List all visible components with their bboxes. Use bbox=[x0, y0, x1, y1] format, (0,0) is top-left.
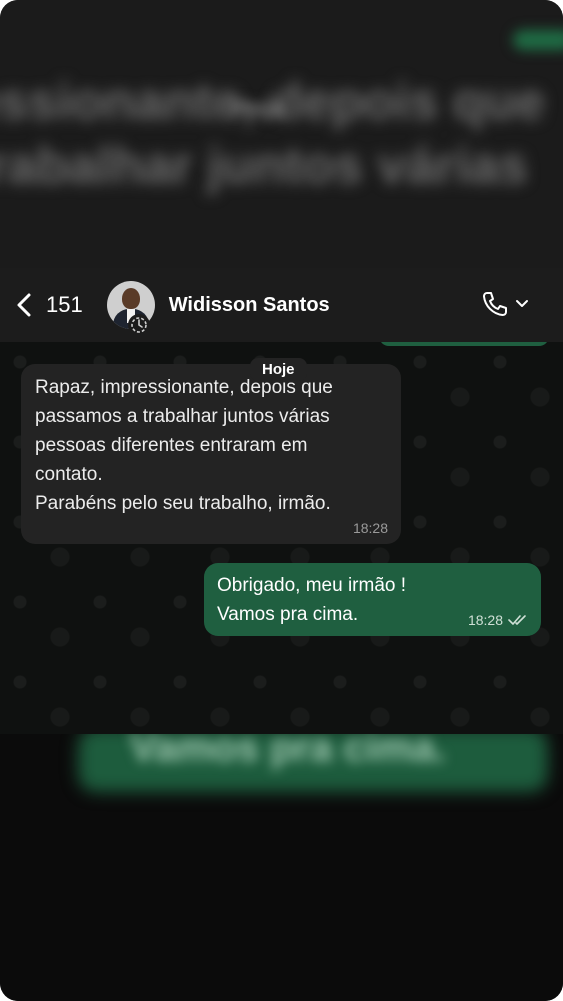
previous-message-edge bbox=[379, 342, 549, 346]
chevron-down-icon bbox=[516, 300, 528, 307]
incoming-message[interactable]: Rapaz, impressionante, depois que passam… bbox=[21, 364, 401, 544]
chat-header: 151 Widisson Santos bbox=[0, 268, 563, 343]
unread-count: 151 bbox=[46, 292, 83, 317]
outgoing-message[interactable]: Obrigado, meu irmão ! Vamos pra cima. 18… bbox=[204, 563, 541, 636]
date-separator: Hoje bbox=[250, 358, 307, 381]
chevron-left-icon bbox=[17, 293, 31, 317]
blurred-message-text: essionante, depois que trabalhar juntos … bbox=[0, 73, 546, 195]
blurred-bubble-text: Vamos pra cima. bbox=[130, 734, 446, 770]
back-button[interactable]: 151 bbox=[14, 292, 83, 318]
message-text: Rapaz, impressionante, depois que passam… bbox=[35, 377, 333, 514]
call-button[interactable] bbox=[481, 290, 529, 318]
avatar-head bbox=[121, 288, 140, 309]
disappearing-timer-badge bbox=[128, 314, 150, 336]
timer-icon bbox=[131, 317, 147, 333]
chat-area[interactable]: Rapaz, impressionante, depois que passam… bbox=[0, 342, 563, 734]
message-meta: 18:28 bbox=[468, 612, 528, 628]
blurred-background-top: Hoje essionante, depois que trabalhar ju… bbox=[0, 0, 563, 268]
blurred-background-bottom: Vamos pra cima. bbox=[0, 734, 563, 1001]
contact-name[interactable]: Widisson Santos bbox=[169, 294, 330, 317]
screenshot-frame: Hoje essionante, depois que trabalhar ju… bbox=[0, 0, 563, 1001]
message-time: 18:28 bbox=[352, 520, 388, 536]
phone-icon bbox=[483, 292, 507, 316]
blurred-green-shape bbox=[513, 30, 563, 50]
double-check-icon bbox=[508, 615, 526, 625]
message-time: 18:28 bbox=[467, 612, 503, 628]
